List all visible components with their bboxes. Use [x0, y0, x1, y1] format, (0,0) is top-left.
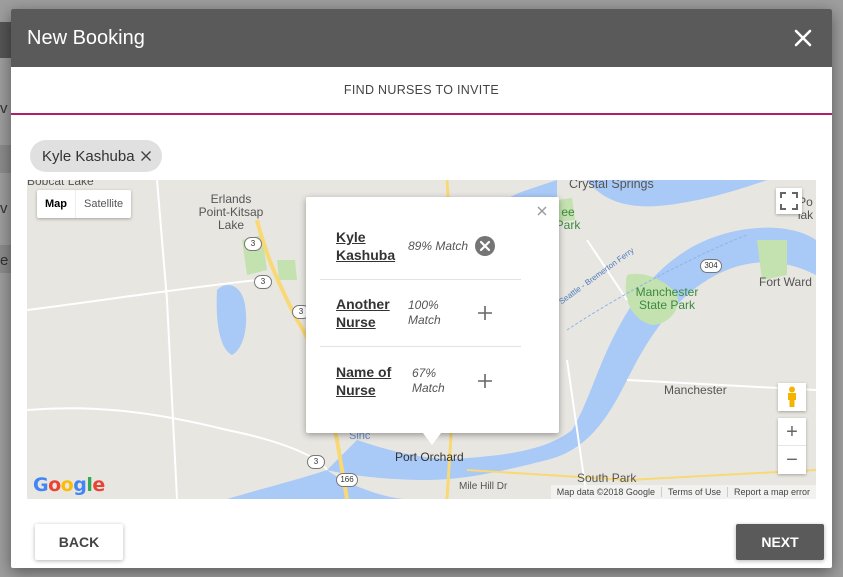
- nurse-match: 67% Match: [412, 365, 445, 395]
- next-button[interactable]: NEXT: [736, 524, 824, 560]
- google-logo: Google: [33, 474, 105, 496]
- map-label: Bobcat Lake: [27, 180, 94, 188]
- map-label: Erlands Point-Kitsap Lake: [198, 192, 264, 232]
- map-label: Fort Ward: [759, 275, 812, 289]
- road-shield: 166: [336, 473, 358, 487]
- add-nurse-button[interactable]: [473, 369, 497, 393]
- map-type-map-button[interactable]: Map: [37, 190, 75, 218]
- fullscreen-button[interactable]: [776, 188, 802, 214]
- road-shield: 3: [307, 455, 325, 469]
- report-map-error-link[interactable]: Report a map error: [726, 487, 816, 497]
- close-icon: [537, 206, 547, 216]
- new-booking-modal: New Booking FIND NURSES TO INVITE Kyle K…: [11, 9, 832, 568]
- nurse-row: Kyle Kashuba 89% Match: [320, 213, 521, 280]
- terms-of-use-link[interactable]: Terms of Use: [660, 487, 727, 497]
- nurse-info-window: Kyle Kashuba 89% Match Another Nurse 100…: [306, 197, 559, 445]
- tab-label: FIND NURSES TO INVITE: [343, 83, 500, 97]
- road-shield: 3: [244, 237, 262, 251]
- background-text: e: [0, 252, 9, 269]
- add-icon: [478, 373, 492, 388]
- street-view-pegman[interactable]: [778, 383, 806, 411]
- nurse-match: 89% Match: [408, 238, 469, 253]
- nurse-row: Another Nurse 100% Match: [320, 280, 521, 347]
- map-type-control: Map Satellite: [37, 190, 132, 218]
- nurse-match: 100% Match: [408, 298, 441, 327]
- chip-label: Kyle Kashuba: [42, 147, 135, 165]
- modal-close-button[interactable]: [790, 25, 816, 51]
- map-view[interactable]: Map Satellite Bobcat Lake Erlands Point-…: [27, 180, 816, 499]
- map-label: Port Orchard: [395, 450, 464, 464]
- zoom-out-button[interactable]: −: [778, 446, 806, 474]
- tab-find-nurses[interactable]: FIND NURSES TO INVITE: [11, 67, 832, 115]
- modal-header: New Booking: [11, 9, 832, 67]
- map-attribution: Map data ©2018 Google Terms of Use Repor…: [550, 485, 816, 499]
- chip-remove-button[interactable]: [140, 150, 152, 162]
- nurse-row: Name of Nurse 67% Match: [320, 347, 521, 414]
- nurse-name-link[interactable]: Kyle Kashuba: [320, 228, 406, 264]
- map-label: Mile Hill Dr: [459, 481, 508, 492]
- close-icon: [140, 151, 151, 161]
- map-data-credit: Map data ©2018 Google: [556, 487, 655, 497]
- road-shield: 3: [254, 275, 272, 289]
- map-label: Manchester State Park: [635, 285, 699, 312]
- back-button[interactable]: BACK: [35, 524, 123, 560]
- remove-nurse-button[interactable]: [473, 234, 497, 258]
- close-icon: [794, 29, 812, 47]
- pegman-icon: [788, 386, 796, 407]
- selected-nurse-chip: Kyle Kashuba: [30, 140, 162, 172]
- zoom-control: + −: [778, 418, 806, 474]
- add-nurse-button[interactable]: [473, 301, 497, 325]
- popup-close-button[interactable]: [535, 204, 549, 218]
- nurse-name-link[interactable]: Another Nurse: [320, 295, 406, 331]
- modal-title: New Booking: [27, 26, 145, 49]
- map-type-satellite-button[interactable]: Satellite: [75, 190, 131, 218]
- zoom-in-button[interactable]: +: [778, 418, 806, 446]
- map-label: Manchester: [664, 383, 727, 397]
- road-shield: 304: [700, 259, 722, 273]
- remove-circle-icon: [475, 236, 495, 256]
- map-label: Crystal Springs: [569, 180, 654, 191]
- add-icon: [478, 306, 492, 320]
- nurse-name-link[interactable]: Name of Nurse: [320, 363, 406, 399]
- fullscreen-icon: [780, 192, 798, 210]
- map-label: South Park: [577, 471, 637, 485]
